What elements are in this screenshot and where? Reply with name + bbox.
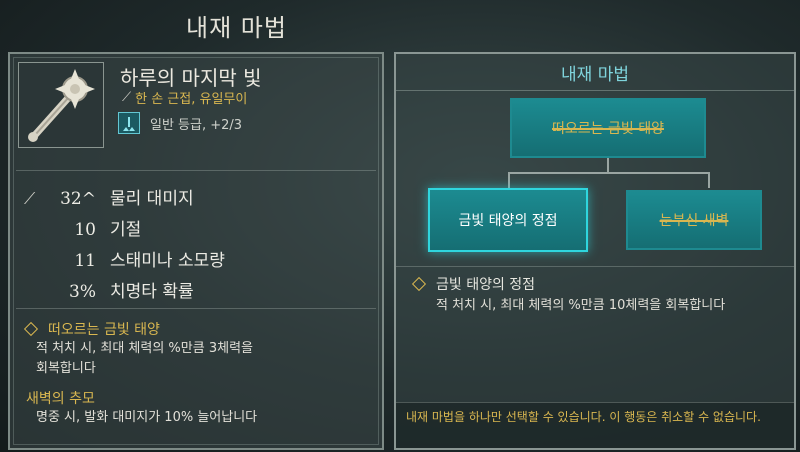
divider [16,170,376,171]
tree-connector [508,172,510,188]
page-title: 내재 마법 [186,14,287,42]
diamond-icon [23,321,39,337]
stat-label: 치명타 확률 [110,282,194,302]
tree-node-label: 금빛 태양의 정점 [458,213,558,229]
footer-notice: 내재 마법을 하나만 선택할 수 있습니다. 이 행동은 취소할 수 없습니다. [396,402,794,448]
stat-value: 3% [69,282,96,302]
ability-description-line: 적 처치 시, 최대 체력의 %만큼 3체력을 [36,341,253,356]
panel-title: 내재 마법 [561,64,629,85]
stat-row: 3% 치명타 확률 [24,277,194,302]
stat-label: 스태미나 소모량 [110,251,225,271]
stat-row: ⟋ 32^ 물리 대미지 [24,184,194,209]
stat-label: 기절 [110,220,142,240]
ability-description-line: 회복합니다 [36,361,96,376]
secondary-ability-description: 명중 시, 발화 대미지가 10% 늘어납니다 [36,410,258,425]
stat-value: 11 [74,251,96,271]
sword-icon: ⟋ [122,90,132,105]
weapon-info-panel: 하루의 마지막 빛 ⟋ 한 손 근접, 유일무이 일반 등급, +2/3 ⟋ 3… [8,52,384,450]
stat-label: 물리 대미지 [110,189,194,209]
weapon-type-label: 한 손 근접, 유일무이 [135,92,248,107]
weapon-name: 하루의 마지막 빛 [120,66,262,90]
divider [396,90,794,91]
selected-ability-title-row: 금빛 태양의 정점 [410,274,535,294]
stat-row: 11 스태미나 소모량 [24,246,225,271]
stat-value: 32^ [60,189,96,209]
divider [396,266,794,267]
ability-description: 적 처치 시, 최대 체력의 %만큼 3체력을 회복합니다 [36,339,356,379]
tree-node-right[interactable]: 눈부신 새벽 [626,190,762,250]
selected-ability-title: 금빛 태양의 정점 [436,277,536,293]
sword-icon: ⟋ [24,189,36,208]
secondary-ability-title: 새벽의 추모 [26,391,95,407]
selected-ability-description: 적 처치 시, 최대 체력의 %만큼 10체력을 회복합니다 [436,298,726,313]
weapon-type: ⟋ 한 손 근접, 유일무이 [122,88,247,107]
tree-node-top[interactable]: 떠오르는 금빛 태양 [510,98,706,158]
stat-value: 10 [74,220,96,240]
tree-node-left-selected[interactable]: 금빛 태양의 정점 [428,188,588,252]
ability-title: 떠오르는 금빛 태양 [48,322,160,338]
tree-node-label: 눈부신 새벽 [659,213,729,229]
inherent-magic-panel: 내재 마법 떠오르는 금빛 태양 금빛 태양의 정점 눈부신 새벽 금빛 태양의… [394,52,796,450]
stat-row: 10 기절 [24,215,141,240]
grade-label: 일반 등급, +2/3 [150,117,243,133]
tree-node-label: 떠오르는 금빛 태양 [552,121,664,137]
ability-title-row: 떠오르는 금빛 태양 [22,319,160,339]
mace-icon [28,69,95,142]
weapon-image [18,62,104,148]
divider [16,308,376,309]
tree-connector [508,172,710,174]
grade-row: 일반 등급, +2/3 [118,112,242,134]
tree-connector [708,172,710,188]
diamond-icon [411,276,427,292]
grade-upgrade-icon [118,112,140,134]
